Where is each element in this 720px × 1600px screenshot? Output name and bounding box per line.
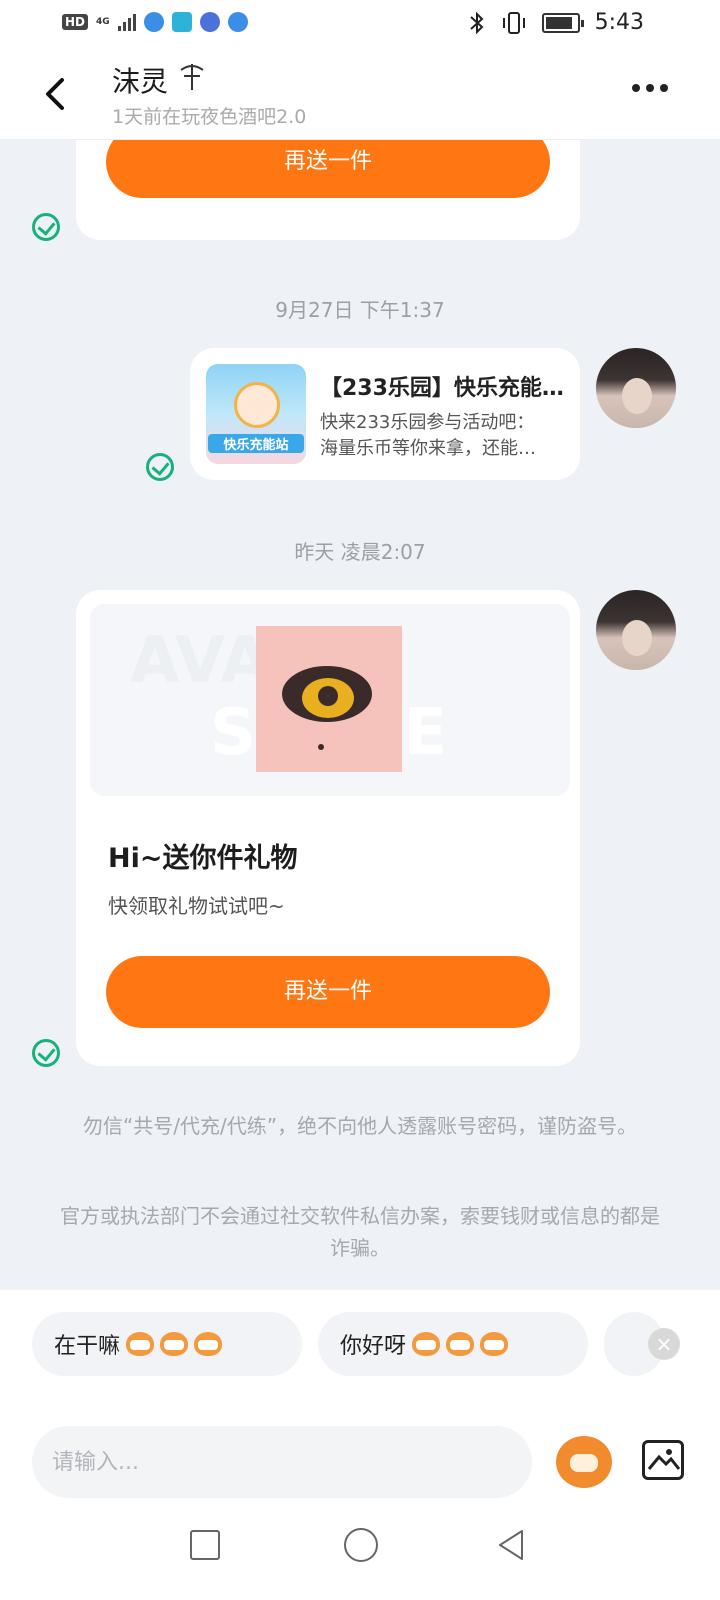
contact-status: 1天前在玩夜色酒吧2.0 bbox=[112, 106, 307, 128]
recent-apps-icon[interactable] bbox=[190, 1530, 220, 1560]
emoji-icon bbox=[160, 1332, 189, 1356]
timestamp: 9月27日 下午1:37 bbox=[275, 298, 445, 322]
promo-logo-text: 快乐充能站 bbox=[208, 434, 304, 453]
clock: 5:43 bbox=[594, 10, 644, 35]
vibrate-icon bbox=[503, 12, 525, 34]
promo-character bbox=[234, 382, 280, 428]
name-decoration-icon bbox=[180, 64, 204, 90]
network-label: 4G bbox=[96, 16, 110, 27]
promo-card[interactable]: 快乐充能站 【233乐园】快乐充能… 快来233乐园参与活动吧： 海量乐币等你来… bbox=[190, 348, 580, 480]
signal-icon bbox=[117, 13, 136, 31]
promo-title: 【233乐园】快乐充能… bbox=[320, 376, 564, 401]
chat-header: 沫灵 1天前在玩夜色酒吧2.0 bbox=[0, 48, 720, 140]
music-app-icon bbox=[199, 12, 220, 32]
check-circle-icon bbox=[32, 1039, 60, 1067]
emoji-icon bbox=[480, 1332, 509, 1356]
gift-title: Hi~送你件礼物 bbox=[108, 843, 298, 874]
quick-reply-chip[interactable]: 你好呀 bbox=[318, 1312, 588, 1376]
reader-app-icon bbox=[171, 12, 192, 32]
status-left: HD 4G bbox=[62, 12, 248, 32]
system-nav-bar bbox=[0, 1500, 720, 1600]
check-circle-icon bbox=[146, 453, 174, 481]
quick-replies: 在干嘛 你好呀 × bbox=[0, 1290, 720, 1400]
safety-notice: 勿信“共号/代充/代练”，绝不向他人透露账号密码，谨防盗号。 bbox=[82, 1114, 638, 1138]
gift-item-image bbox=[256, 626, 402, 772]
emoji-icon[interactable] bbox=[556, 1436, 612, 1488]
quick-reply-label: 在干嘛 bbox=[54, 1334, 121, 1359]
resend-gift-button[interactable]: 再送一件 bbox=[106, 140, 550, 198]
back-triangle-icon[interactable] bbox=[496, 1528, 526, 1562]
emoji-icon bbox=[412, 1332, 441, 1356]
avatar[interactable] bbox=[596, 348, 676, 428]
quick-reply-label: 你好呀 bbox=[340, 1334, 407, 1359]
gift-description: 快领取礼物试试吧~ bbox=[108, 894, 285, 918]
emoji-icon bbox=[194, 1332, 223, 1356]
promo-desc-line1: 快来233乐园参与活动吧： bbox=[320, 412, 535, 433]
check-circle-icon bbox=[32, 213, 60, 241]
image-icon[interactable] bbox=[642, 1440, 684, 1480]
message-input[interactable] bbox=[32, 1426, 532, 1498]
promo-description: 快来233乐园参与活动吧： 海量乐币等你来拿，还能… bbox=[320, 410, 556, 462]
timestamp: 昨天 凌晨2:07 bbox=[294, 540, 426, 564]
emoji-icon bbox=[126, 1332, 155, 1356]
app-notification-icon bbox=[143, 12, 164, 32]
quick-reply-chip[interactable]: 在干嘛 bbox=[32, 1312, 302, 1376]
battery-icon bbox=[542, 13, 584, 33]
home-icon[interactable] bbox=[344, 1528, 378, 1562]
gift-card[interactable]: AVATAR STORE Hi~送你件礼物 快领取礼物试试吧~ 再送一件 bbox=[76, 590, 580, 1066]
fraud-notice: 官方或执法部门不会通过社交软件私信办案，索要钱财或信息的都是诈骗。 bbox=[60, 1204, 660, 1260]
close-icon[interactable]: × bbox=[648, 1328, 680, 1360]
promo-desc-line2: 海量乐币等你来拿，还能… bbox=[320, 438, 536, 459]
input-bar bbox=[0, 1400, 720, 1500]
emoji-icon bbox=[446, 1332, 475, 1356]
hd-icon: HD bbox=[62, 14, 89, 30]
gift-hero-image: AVATAR STORE bbox=[90, 604, 570, 796]
promo-thumbnail: 快乐充能站 bbox=[206, 364, 306, 464]
status-bar: HD 4G 5:43 bbox=[0, 0, 720, 48]
resend-gift-button[interactable]: 再送一件 bbox=[106, 956, 550, 1028]
chat-area[interactable]: 再送一件 9月27日 下午1:37 快乐充能站 【233乐园】快乐充能… 快来2… bbox=[0, 140, 720, 1290]
bluetooth-icon bbox=[470, 11, 484, 35]
more-icon[interactable] bbox=[632, 84, 668, 92]
app-notification-icon-2 bbox=[227, 12, 248, 32]
contact-name: 沫灵 bbox=[112, 65, 169, 98]
chevron-left-icon[interactable] bbox=[36, 72, 76, 116]
avatar[interactable] bbox=[596, 590, 676, 670]
gift-card-previous: 再送一件 bbox=[76, 140, 580, 240]
